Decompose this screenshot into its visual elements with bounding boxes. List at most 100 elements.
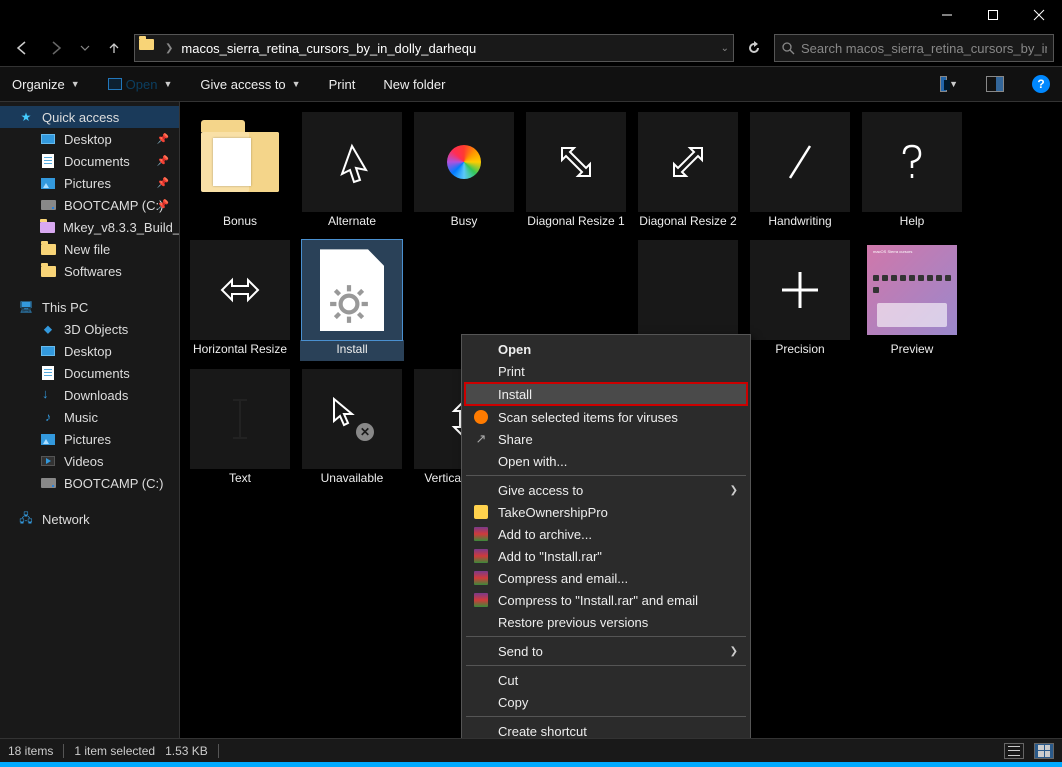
status-size: 1.53 KB (165, 744, 208, 758)
breadcrumb-path[interactable]: macos_sierra_retina_cursors_by_in_dolly_… (181, 41, 712, 56)
ctx-label: Add to "Install.rar" (498, 549, 602, 564)
ctx-share[interactable]: ↗Share (464, 428, 748, 450)
file-item-diagonal-2[interactable]: Diagonal Resize 2 (636, 112, 740, 232)
ctx-print[interactable]: Print (464, 360, 748, 382)
ctx-label: Install (498, 387, 532, 402)
folder-icon (40, 241, 56, 257)
winrar-icon (472, 525, 490, 543)
ctx-send-to[interactable]: Send to❯ (464, 640, 748, 662)
folder-icon (139, 39, 157, 57)
preview-pane-button[interactable] (986, 75, 1004, 93)
sidebar-documents[interactable]: Documents 📌 (0, 150, 179, 172)
sidebar-music[interactable]: ♪ Music (0, 406, 179, 428)
sidebar-new-file[interactable]: New file (0, 238, 179, 260)
share-icon: ↗ (472, 430, 490, 448)
sidebar-label: Documents (64, 366, 130, 381)
new-folder-button[interactable]: New folder (383, 77, 445, 92)
sidebar-quick-access[interactable]: ★ Quick access (0, 106, 179, 128)
caret-down-icon: ▼ (949, 79, 958, 89)
inf-file-icon (320, 249, 384, 331)
print-button[interactable]: Print (329, 77, 356, 92)
file-item-horizontal-resize[interactable]: Horizontal Resize (188, 240, 292, 360)
help-button[interactable]: ? (1032, 75, 1050, 93)
organize-menu[interactable]: Organize▼ (12, 77, 80, 92)
sidebar-bootcamp-2[interactable]: BOOTCAMP (C:) (0, 472, 179, 494)
ctx-install[interactable]: Install (464, 382, 748, 406)
open-menu[interactable]: Open▼ (108, 77, 173, 92)
back-button[interactable] (8, 34, 36, 62)
ctx-scan-viruses[interactable]: Scan selected items for viruses (464, 406, 748, 428)
ctx-label: Print (498, 364, 525, 379)
avast-icon (472, 408, 490, 426)
explorer-window: ❯ macos_sierra_retina_cursors_by_in_doll… (0, 0, 1062, 762)
sidebar-3d-objects[interactable]: ⬥ 3D Objects (0, 318, 179, 340)
view-options-button[interactable]: ▼ (940, 75, 958, 93)
sidebar-label: Music (64, 410, 98, 425)
body: ★ Quick access Desktop 📌 Documents 📌 Pic… (0, 102, 1062, 738)
preview-pane-icon (986, 76, 1004, 92)
file-item-bonus[interactable]: Bonus (188, 112, 292, 232)
close-icon (1033, 9, 1045, 21)
ctx-open[interactable]: Open (464, 338, 748, 360)
sidebar-network[interactable]: 🖧 Network (0, 508, 179, 530)
sidebar-pictures-2[interactable]: Pictures (0, 428, 179, 450)
sidebar-desktop[interactable]: Desktop 📌 (0, 128, 179, 150)
ctx-copy[interactable]: Copy (464, 691, 748, 713)
forward-button[interactable] (42, 34, 70, 62)
large-icons-view-button[interactable] (1034, 743, 1054, 759)
print-label: Print (329, 77, 356, 92)
file-item-help[interactable]: Help (860, 112, 964, 232)
file-item-preview[interactable]: macOS Sierra cursors Preview (860, 240, 964, 360)
address-bar[interactable]: ❯ macos_sierra_retina_cursors_by_in_doll… (134, 34, 734, 62)
file-item-handwriting[interactable]: Handwriting (748, 112, 852, 232)
details-view-button[interactable] (1004, 743, 1024, 759)
context-menu: Open Print Install Scan selected items f… (461, 334, 751, 738)
maximize-icon (987, 9, 999, 21)
file-label: Help (900, 214, 925, 228)
give-access-menu[interactable]: Give access to▼ (200, 77, 300, 92)
file-grid[interactable]: Bonus Alternate Busy (180, 102, 1062, 738)
file-item-precision[interactable]: Precision (748, 240, 852, 360)
sidebar-documents-2[interactable]: Documents (0, 362, 179, 384)
close-button[interactable] (1016, 0, 1062, 30)
ctx-takeownership[interactable]: TakeOwnershipPro (464, 501, 748, 523)
ctx-label: Restore previous versions (498, 615, 648, 630)
cursor-thumbnail (638, 240, 738, 340)
sidebar-this-pc[interactable]: 🖥 This PC (0, 296, 179, 318)
history-dropdown-icon[interactable]: ⌄ (721, 43, 729, 54)
file-item-alternate[interactable]: Alternate (300, 112, 404, 232)
sidebar-bootcamp[interactable]: BOOTCAMP (C:) 📌 (0, 194, 179, 216)
ctx-label: Compress and email... (498, 571, 628, 586)
refresh-button[interactable] (740, 34, 768, 62)
documents-icon (40, 153, 56, 169)
minimize-button[interactable] (924, 0, 970, 30)
search-box[interactable] (774, 34, 1054, 62)
recent-locations-button[interactable] (76, 34, 94, 62)
sidebar-mkey[interactable]: Mkey_v8.3.3_Build_0 (0, 216, 179, 238)
up-button[interactable] (100, 34, 128, 62)
maximize-button[interactable] (970, 0, 1016, 30)
ctx-give-access[interactable]: Give access to❯ (464, 479, 748, 501)
ctx-compress-email[interactable]: Compress and email... (464, 567, 748, 589)
ctx-add-rar[interactable]: Add to "Install.rar" (464, 545, 748, 567)
file-item-busy[interactable]: Busy (412, 112, 516, 232)
ctx-add-archive[interactable]: Add to archive... (464, 523, 748, 545)
breadcrumb-chevron-icon: ❯ (165, 43, 173, 54)
ctx-compress-rar-email[interactable]: Compress to "Install.rar" and email (464, 589, 748, 611)
file-item-text[interactable]: Text (188, 369, 292, 489)
file-label: Horizontal Resize (193, 342, 287, 356)
file-item-unavailable[interactable]: ✕ Unavailable (300, 369, 404, 489)
sidebar-pictures[interactable]: Pictures 📌 (0, 172, 179, 194)
ctx-restore-versions[interactable]: Restore previous versions (464, 611, 748, 633)
sidebar-desktop-2[interactable]: Desktop (0, 340, 179, 362)
sidebar-downloads[interactable]: Downloads (0, 384, 179, 406)
file-item-diagonal-1[interactable]: Diagonal Resize 1 (524, 112, 628, 232)
question-mark-icon (888, 138, 936, 186)
ctx-cut[interactable]: Cut (464, 669, 748, 691)
ctx-create-shortcut[interactable]: Create shortcut (464, 720, 748, 738)
sidebar-videos[interactable]: Videos (0, 450, 179, 472)
file-item-install[interactable]: Install (300, 240, 404, 360)
sidebar-softwares[interactable]: Softwares (0, 260, 179, 282)
ctx-open-with[interactable]: Open with... (464, 450, 748, 472)
search-input[interactable] (801, 41, 1047, 56)
